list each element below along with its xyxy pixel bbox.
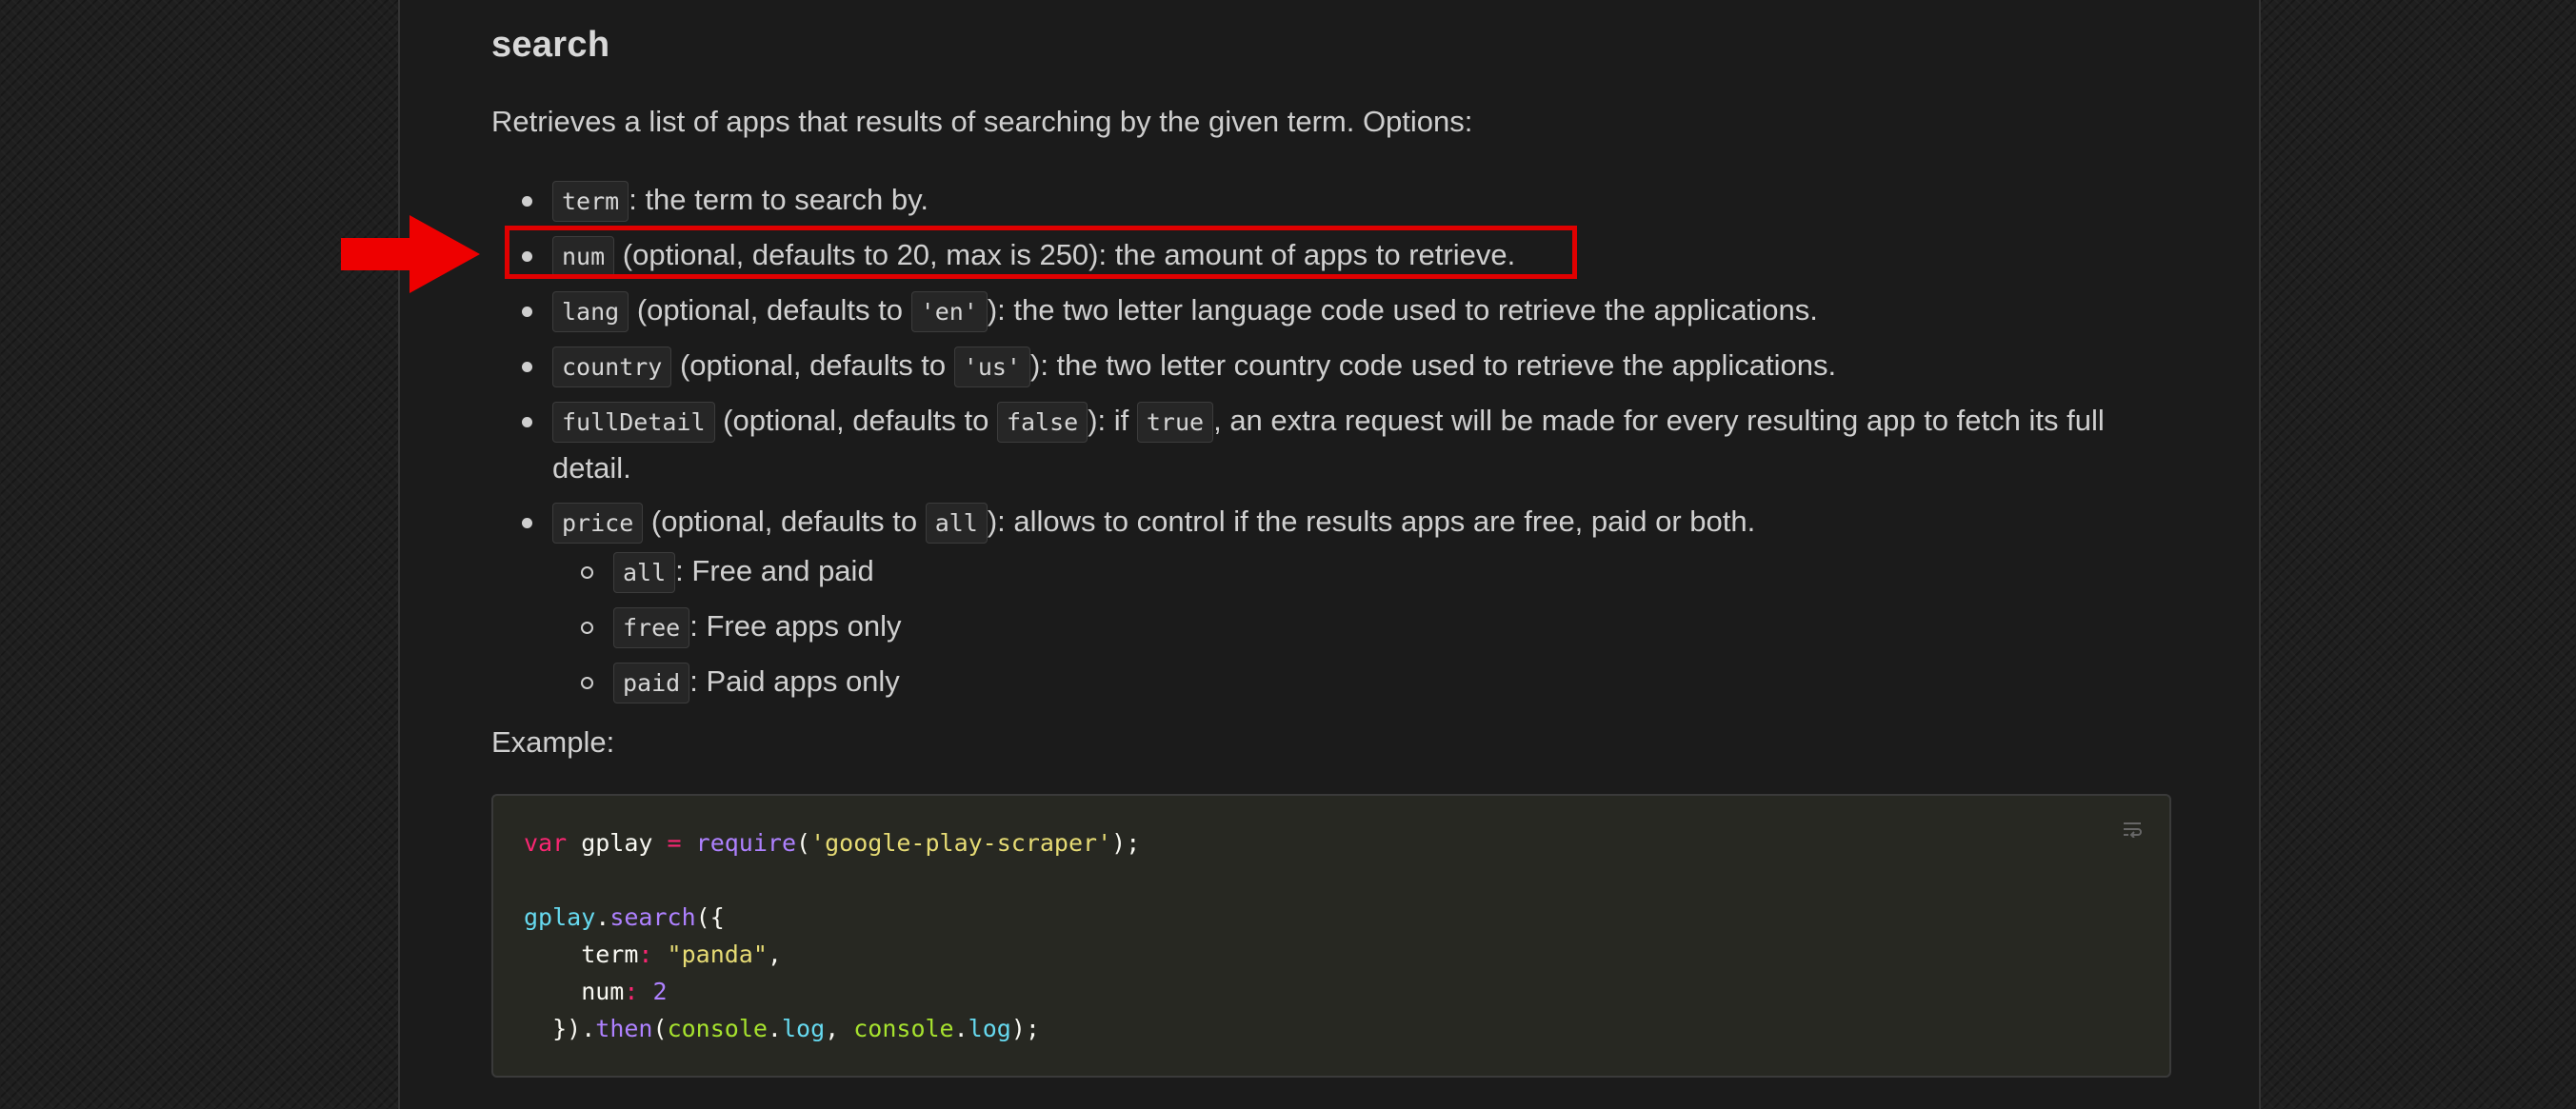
list-item: price (optional, defaults to all): allow…: [491, 499, 2187, 706]
inline-code: paid: [613, 663, 690, 703]
list-item: term: the term to search by.: [491, 177, 2187, 225]
section-title: search: [491, 25, 610, 65]
section-description: Retrieves a list of apps that results of…: [491, 105, 1473, 138]
inline-code: lang: [552, 291, 629, 332]
inline-code: term: [552, 181, 629, 222]
inline-code: all: [613, 552, 676, 593]
list-item: lang (optional, defaults to 'en'): the t…: [491, 287, 2187, 335]
inline-code: false: [996, 402, 1088, 443]
inline-code: price: [552, 503, 644, 544]
code-block[interactable]: var gplay = require('google-play-scraper…: [491, 794, 2171, 1078]
list-item: fullDetail (optional, defaults to false)…: [491, 398, 2187, 491]
inline-code: true: [1136, 402, 1214, 443]
example-label: Example:: [491, 725, 615, 759]
list-item: free: Free apps only: [552, 604, 2187, 651]
inline-code: fullDetail: [552, 402, 715, 443]
arrow-right-icon: [341, 215, 480, 293]
code-content: var gplay = require('google-play-scraper…: [524, 829, 1141, 1042]
list-item: paid: Paid apps only: [552, 659, 2187, 706]
inline-code: country: [552, 347, 672, 387]
list-item: country (optional, defaults to 'us'): th…: [491, 343, 2187, 390]
doc-page: search Retrieves a list of apps that res…: [398, 0, 2261, 1109]
list-item: all: Free and paid: [552, 548, 2187, 596]
inline-code: all: [925, 503, 988, 544]
inline-code: free: [613, 607, 690, 648]
inline-code: 'en': [910, 291, 988, 332]
wrap-lines-icon[interactable]: [2122, 821, 2143, 838]
inline-code: 'us': [953, 347, 1030, 387]
price-values-list: all: Free and paid free: Free apps only …: [552, 548, 2187, 706]
highlight-box: [505, 226, 1577, 279]
